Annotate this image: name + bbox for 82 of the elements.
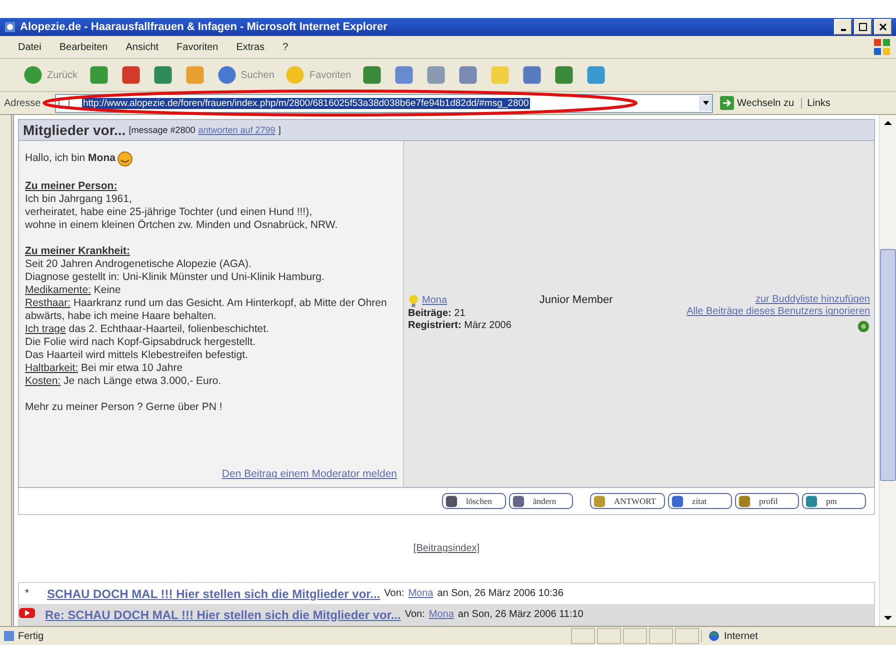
zone-indicator: Internet	[701, 630, 896, 642]
menu-item[interactable]: Ansicht	[126, 42, 159, 52]
minimize-button[interactable]	[834, 19, 852, 35]
text-line: Seit 20 Jahren Androgenetische Alopezie (AGA).	[25, 258, 252, 271]
by-label: Von:	[384, 588, 404, 599]
reply-button[interactable]: ANTWORT	[590, 493, 665, 510]
page-icon	[3, 630, 15, 642]
text-line: Die Folie wird nach Kopf-Gipsabdruck hergestellt.	[25, 336, 257, 349]
text-line: Haltbarkeit: Bei mir etwa 10 Jahre	[25, 362, 184, 375]
go-button[interactable]: Wechseln zu	[716, 96, 798, 110]
text-line: wohne in einem kleinen Örtchen zw. Minden und Osnabrück, NRW.	[25, 218, 339, 232]
author-link[interactable]: Mona	[408, 588, 434, 599]
status-panel	[571, 628, 595, 644]
caret-icon	[702, 99, 710, 107]
text-line: Mehr zu meiner Person ? Gerne über PN !	[25, 400, 224, 414]
menu-item[interactable]: ?	[282, 42, 288, 52]
user-link[interactable]: Mona	[422, 295, 448, 308]
browser-icon	[4, 21, 16, 33]
text-line: Ich bin Jahrgang 1961,	[25, 192, 133, 206]
dropdown-button[interactable]	[699, 96, 712, 110]
profile-button[interactable]: profil	[735, 493, 799, 510]
thread-link[interactable]: Re: SCHAU DOCH MAL !!! Hier stellen sich die Mitglieder vor...	[45, 608, 401, 622]
author-link[interactable]: Mona	[428, 609, 454, 620]
quote-button[interactable]: zitat	[668, 493, 732, 510]
maximize-button[interactable]	[854, 19, 872, 35]
globe-icon	[708, 630, 720, 642]
text-line: Kosten: Je nach Länge etwa 3.000,- Euro.	[25, 374, 222, 388]
scrollbar-thumb[interactable]	[880, 249, 896, 481]
close-icon	[878, 22, 888, 32]
edit-button[interactable]: ändern	[509, 493, 574, 510]
post-title: Mitglieder vor...	[23, 122, 126, 138]
window-title: Alopezie.de - Haarausfallfrauen & Infagen - Microsoft Internet Explorer	[20, 21, 388, 33]
favorites-icon	[284, 64, 306, 86]
by-label: Von:	[404, 609, 425, 620]
links-button[interactable]: Links	[801, 98, 830, 108]
thread-row[interactable]: Re: SCHAU DOCH MAL !!! Hier stellen sich die Mitglieder vor... Von: Mona an Son, 26 März 2006 11:10	[19, 604, 874, 625]
arrow-icon	[720, 96, 734, 110]
maximize-icon	[858, 22, 868, 32]
post-count: Beiträge: 21	[408, 308, 466, 320]
menu-item[interactable]: Datei	[18, 42, 42, 52]
status-panel	[649, 628, 673, 644]
windows-logo-icon	[872, 37, 892, 57]
close-button[interactable]	[874, 19, 892, 35]
menu-item[interactable]: Favoriten	[176, 42, 218, 52]
status-panel	[597, 628, 621, 644]
text-line: Diagnose gestellt in: Uni-Klinik Münster und Uni-Klinik Hamburg.	[25, 270, 326, 284]
smiley-icon	[117, 150, 134, 167]
reply-to-link[interactable]: antworten auf 2799	[198, 124, 276, 135]
registered-date: Registriert: März 2006	[408, 320, 512, 332]
index-link[interactable]: [Beitragsindex]	[413, 543, 480, 554]
delete-button[interactable]: löschen	[442, 493, 506, 510]
gear-icon	[857, 320, 870, 334]
back-icon	[22, 64, 44, 86]
lightbulb-icon	[408, 294, 419, 308]
post-date: an Son, 26 März 2006 11:10	[458, 609, 584, 620]
text-line: verheiratet, habe eine 25-jährige Tochter (und einen Hund !!!),	[25, 206, 313, 219]
buddy-link[interactable]: zur Buddyliste hinzufügen	[755, 294, 870, 306]
status-panel	[623, 628, 647, 644]
pm-button[interactable]: pm	[802, 493, 866, 510]
address-label: Adresse	[4, 98, 42, 108]
user-rank: Junior Member	[539, 294, 613, 306]
ignore-link[interactable]: Alle Beiträge dieses Benutzers ignorieren	[686, 306, 870, 318]
section-heading: Zu meiner Krankheit:	[25, 244, 132, 258]
video-icon	[19, 608, 35, 618]
status-text: Fertig	[18, 630, 44, 642]
bullet: *	[25, 588, 30, 599]
greeting-text: Hallo, ich bin Mona	[25, 152, 116, 166]
menu-item[interactable]: Extras	[236, 42, 265, 52]
text-line: Resthaar: Haarkranz rund um das Gesicht. Am Hinterkopf, ab Mitte der Ohren abwärts, habe ich meine Haare behalten.	[25, 296, 388, 323]
message-number: [message #2800	[128, 124, 196, 135]
report-link[interactable]: Den Beitrag einem Moderator melden	[222, 468, 397, 480]
minimize-icon	[840, 29, 846, 31]
search-icon	[216, 64, 238, 86]
text-line: Medikamente: Keine	[25, 284, 122, 297]
section-heading: Zu meiner Person:	[25, 180, 118, 193]
text-line: Ich trage das 2. Echthaar-Haarteil, folienbeschichtet.	[25, 322, 270, 336]
menu-item[interactable]: Bearbeiten	[59, 42, 108, 52]
post-date: an Son, 26 März 2006 10:36	[437, 588, 564, 599]
text-line: Das Haarteil wird mittels Klebestreifen befestigt.	[25, 348, 249, 362]
thread-link[interactable]: SCHAU DOCH MAL !!! Hier stellen sich die Mitglieder vor...	[47, 586, 380, 600]
bracket: ]	[278, 124, 281, 135]
status-panel	[675, 628, 699, 644]
